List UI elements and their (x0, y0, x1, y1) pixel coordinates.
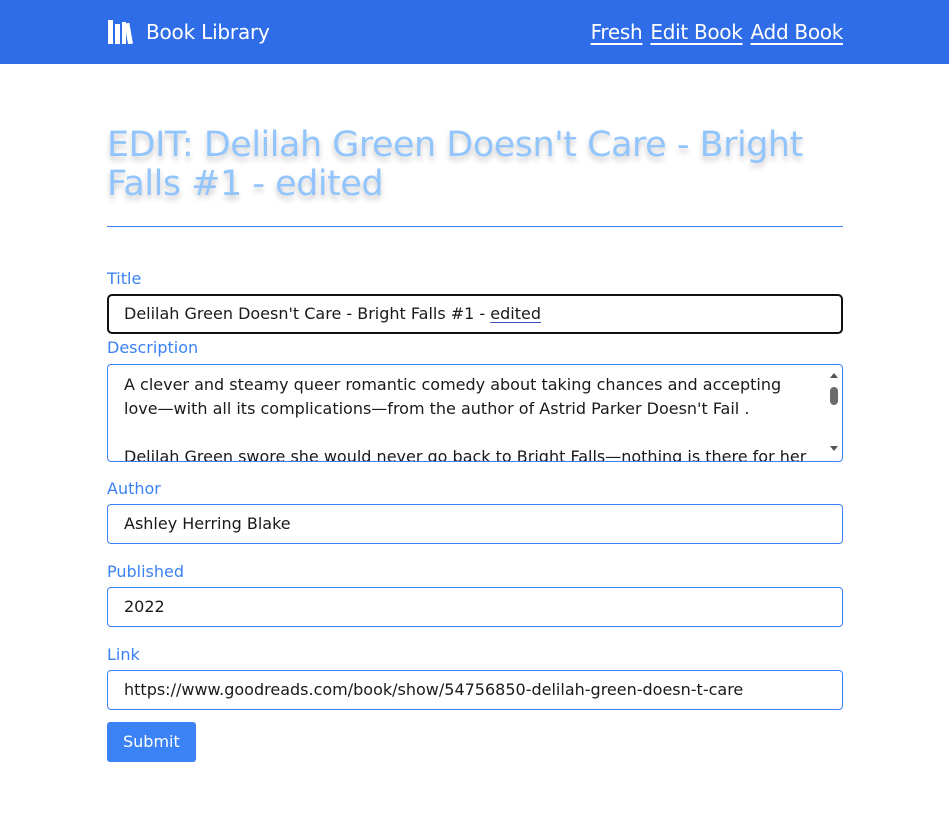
published-label: Published (107, 562, 185, 581)
nav-link-add-book[interactable]: Add Book (751, 20, 844, 44)
description-scrollbar[interactable] (828, 369, 840, 457)
nav-link-fresh[interactable]: Fresh (591, 20, 643, 44)
published-input[interactable]: 2022 (107, 587, 843, 627)
edit-book-form: Title Delilah Green Doesn't Care - Brigh… (107, 269, 843, 762)
navbar: Book Library Fresh Edit Book Add Book (0, 0, 949, 64)
books-icon (108, 20, 136, 44)
description-textarea[interactable]: A clever and steamy queer romantic comed… (107, 364, 843, 462)
title-input[interactable]: Delilah Green Doesn't Care - Bright Fall… (107, 294, 843, 334)
author-input[interactable]: Ashley Herring Blake (107, 504, 843, 544)
brand-title: Book Library (146, 20, 270, 44)
brand[interactable]: Book Library (108, 20, 270, 44)
link-label: Link (107, 645, 140, 664)
scrollbar-thumb[interactable] (830, 387, 838, 405)
page-title: EDIT: Delilah Green Doesn't Care - Brigh… (107, 125, 803, 204)
nav-link-edit-book[interactable]: Edit Book (650, 20, 742, 44)
description-paragraph-1: A clever and steamy queer romantic comed… (124, 375, 782, 418)
title-input-value: Delilah Green Doesn't Care - Bright Fall… (124, 304, 491, 323)
submit-button[interactable]: Submit (107, 722, 196, 762)
link-input[interactable]: https://www.goodreads.com/book/show/5475… (107, 670, 843, 710)
nav-links: Fresh Edit Book Add Book (591, 20, 844, 44)
main-content: EDIT: Delilah Green Doesn't Care - Brigh… (107, 126, 843, 762)
title-input-edited-word: edited (490, 304, 542, 323)
author-label: Author (107, 479, 161, 498)
scroll-down-arrow-icon[interactable] (830, 446, 838, 451)
title-divider (107, 226, 843, 227)
description-label: Description (107, 338, 199, 357)
description-paragraph-2: Delilah Green swore she would never go b… (124, 447, 807, 462)
title-label: Title (107, 269, 142, 288)
scroll-up-arrow-icon[interactable] (830, 373, 838, 378)
